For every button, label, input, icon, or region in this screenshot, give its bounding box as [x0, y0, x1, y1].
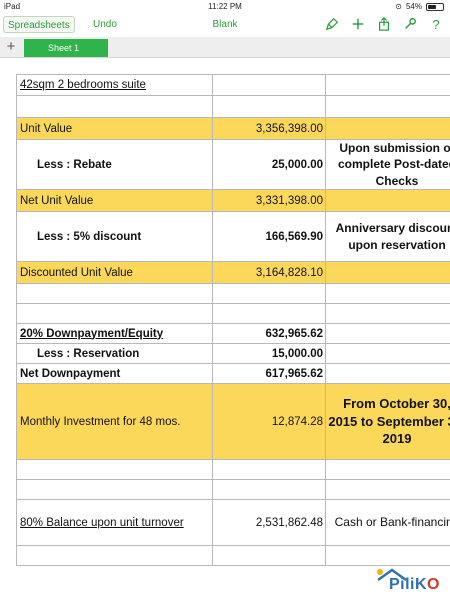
discounted-unit-value-label[interactable]: Discounted Unit Value	[16, 262, 212, 283]
cell[interactable]	[212, 75, 325, 95]
table-row: Less : 5% discount 166,569.90 Anniversar…	[16, 212, 450, 262]
table-row: Less : Reservation 15,000.00	[16, 344, 450, 364]
cell[interactable]	[325, 190, 450, 211]
toolbar-actions: ?	[324, 16, 444, 32]
table-row: 80% Balance upon unit turnover 2,531,862…	[16, 500, 450, 546]
table-row	[16, 546, 450, 566]
cell[interactable]	[325, 262, 450, 283]
discount-note[interactable]: Anniversary discount upon reservation	[325, 212, 450, 261]
status-bar: iPad 11:22 PM ⊙ 54%	[0, 0, 450, 13]
cell[interactable]	[325, 118, 450, 139]
cell[interactable]	[212, 460, 325, 479]
unit-value-amount[interactable]: 3,356,398.00	[212, 118, 325, 139]
spreadsheets-button[interactable]: Spreadsheets	[3, 16, 75, 33]
monthly-investment-amount[interactable]: 12,874.28	[212, 384, 325, 459]
sheet-tab-bar: + Sheet 1	[0, 37, 450, 58]
share-icon[interactable]	[376, 16, 392, 32]
wrench-icon[interactable]	[402, 16, 418, 32]
sheet-title-cell[interactable]: 42sqm 2 bedrooms suite	[16, 75, 212, 95]
table-row	[16, 480, 450, 500]
status-right: ⊙ 54%	[395, 2, 444, 11]
cell[interactable]	[325, 546, 450, 565]
table-row: Net Downpayment 617,965.62	[16, 364, 450, 384]
reservation-label[interactable]: Less : Reservation	[16, 344, 212, 363]
cell[interactable]	[16, 480, 212, 499]
toolbar: Spreadsheets Undo Blank ?	[0, 13, 450, 37]
alarm-icon: ⊙	[395, 2, 402, 11]
table-row	[16, 304, 450, 324]
discount-amount[interactable]: 166,569.90	[212, 212, 325, 261]
cell[interactable]	[16, 460, 212, 479]
add-sheet-button[interactable]: +	[4, 39, 18, 55]
plus-icon[interactable]	[350, 16, 366, 32]
table-row	[16, 96, 450, 118]
net-downpayment-label[interactable]: Net Downpayment	[16, 364, 212, 383]
rebate-note[interactable]: Upon submission of complete Post-dated C…	[325, 140, 450, 189]
cell[interactable]	[212, 304, 325, 323]
reservation-amount[interactable]: 15,000.00	[212, 344, 325, 363]
cell[interactable]	[212, 480, 325, 499]
unit-value-label[interactable]: Unit Value	[16, 118, 212, 139]
piliko-logo: PiliKO	[352, 566, 444, 596]
cell[interactable]	[325, 324, 450, 343]
monthly-investment-label[interactable]: Monthly Investment for 48 mos.	[16, 384, 212, 459]
table-row: Net Unit Value 3,331,398.00	[16, 190, 450, 212]
discounted-unit-value-amount[interactable]: 3,164,828.10	[212, 262, 325, 283]
monthly-investment-note[interactable]: From October 30, 2015 to September 30, 2…	[325, 384, 450, 459]
table-row	[16, 460, 450, 480]
table-row	[16, 284, 450, 304]
cell[interactable]	[16, 284, 212, 303]
logo-text: PiliKO	[388, 576, 440, 593]
clock: 11:22 PM	[208, 2, 242, 11]
net-unit-value-amount[interactable]: 3,331,398.00	[212, 190, 325, 211]
downpayment-amount[interactable]: 632,965.62	[212, 324, 325, 343]
cell[interactable]	[325, 480, 450, 499]
cell[interactable]	[325, 284, 450, 303]
balance-amount[interactable]: 2,531,862.48	[212, 500, 325, 545]
table-row: Discounted Unit Value 3,164,828.10	[16, 262, 450, 284]
table-row: Monthly Investment for 48 mos. 12,874.28…	[16, 384, 450, 460]
net-downpayment-amount[interactable]: 617,965.62	[212, 364, 325, 383]
balance-note[interactable]: Cash or Bank-financing	[325, 500, 450, 545]
table-row: 42sqm 2 bedrooms suite	[16, 74, 450, 96]
cell[interactable]	[16, 304, 212, 323]
battery-icon	[426, 2, 444, 11]
rebate-amount[interactable]: 25,000.00	[212, 140, 325, 189]
spreadsheet-grid: 42sqm 2 bedrooms suite Unit Value 3,356,…	[16, 74, 450, 566]
net-unit-value-label[interactable]: Net Unit Value	[16, 190, 212, 211]
cell[interactable]	[16, 96, 212, 117]
cell[interactable]	[325, 75, 450, 95]
table-row: 20% Downpayment/Equity 632,965.62	[16, 324, 450, 344]
downpayment-label[interactable]: 20% Downpayment/Equity	[16, 324, 212, 343]
table-row: Unit Value 3,356,398.00	[16, 118, 450, 140]
cell[interactable]	[325, 304, 450, 323]
table-row: Less : Rebate 25,000.00 Upon submission …	[16, 140, 450, 190]
cell[interactable]	[212, 284, 325, 303]
cell[interactable]	[212, 546, 325, 565]
balance-label[interactable]: 80% Balance upon unit turnover	[16, 500, 212, 545]
rebate-label[interactable]: Less : Rebate	[16, 140, 212, 189]
battery-percent: 54%	[405, 2, 422, 11]
cell[interactable]	[212, 96, 325, 117]
tab-sheet-1[interactable]: Sheet 1	[24, 39, 108, 57]
cell[interactable]	[325, 364, 450, 383]
help-icon[interactable]: ?	[428, 16, 444, 32]
brush-icon[interactable]	[324, 16, 340, 32]
undo-button[interactable]: Undo	[93, 17, 117, 33]
cell[interactable]	[16, 546, 212, 565]
cell[interactable]	[325, 460, 450, 479]
cell[interactable]	[325, 96, 450, 117]
cell[interactable]	[325, 344, 450, 363]
discount-label[interactable]: Less : 5% discount	[16, 212, 212, 261]
